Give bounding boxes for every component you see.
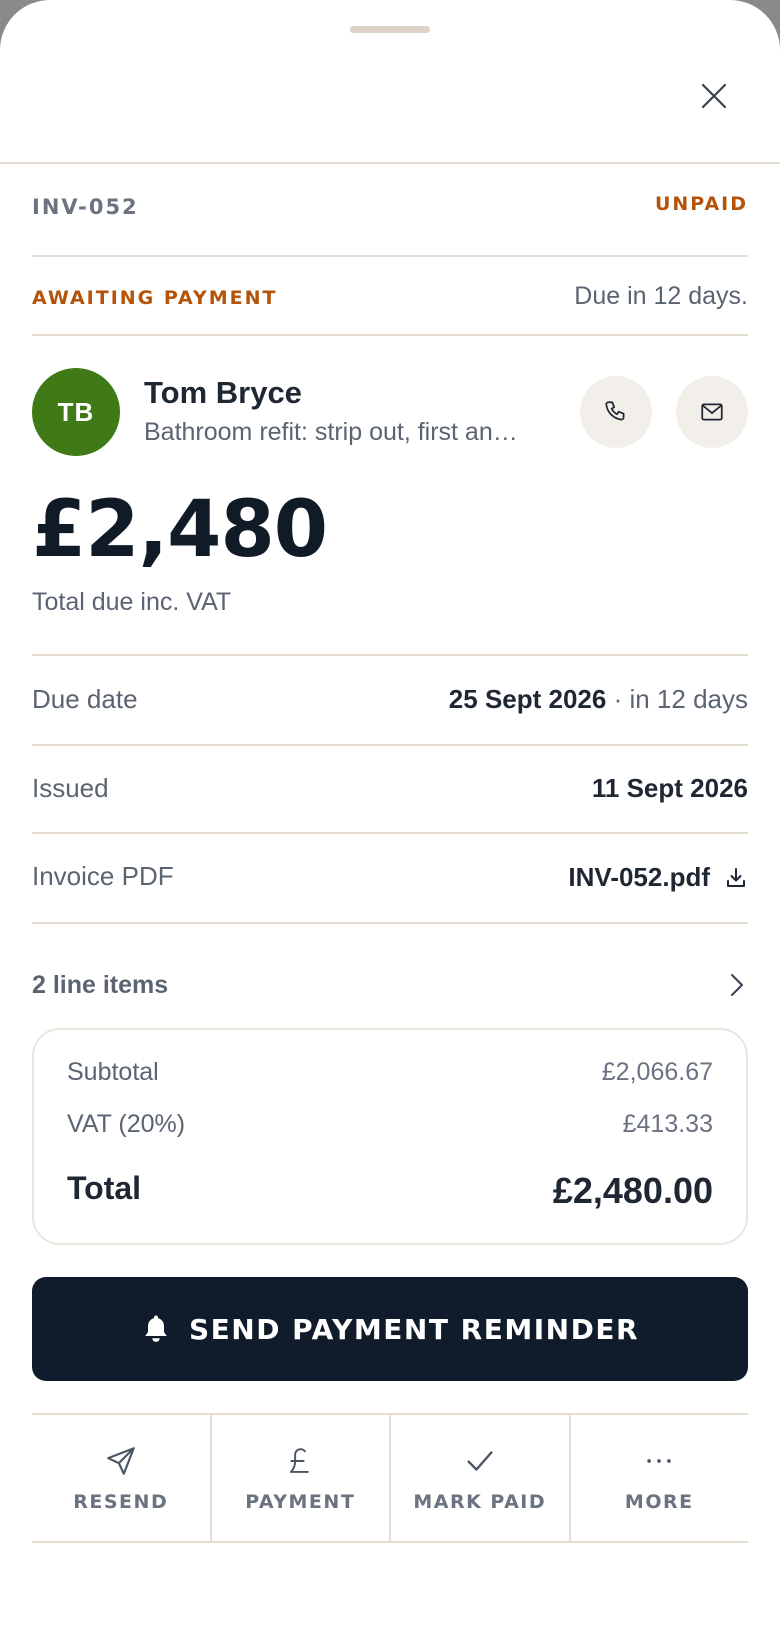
subtotal-value: £2,066.67 — [601, 1058, 713, 1086]
phone-icon — [605, 401, 625, 421]
download-icon — [727, 867, 745, 887]
action-bar: RESEND PAYMENT MARK PAID MORE — [32, 1413, 748, 1543]
mail-icon — [701, 403, 723, 421]
more-label: MORE — [624, 1491, 694, 1513]
invoice-number: INV-052 — [32, 195, 139, 219]
cta-label: SEND PAYMENT REMINDER — [188, 1312, 640, 1346]
payment-state: AWAITING PAYMENT — [32, 287, 278, 309]
bell-icon — [145, 1315, 167, 1342]
pdf-download-link[interactable]: INV-052.pdf — [568, 862, 748, 893]
line-items-label: 2 line items — [32, 970, 169, 999]
resend-label: RESEND — [73, 1491, 169, 1513]
divider — [32, 832, 748, 834]
call-button[interactable] — [580, 376, 652, 448]
divider — [32, 255, 748, 257]
customer-name: Tom Bryce — [144, 375, 302, 410]
due-date-label: Due date — [32, 684, 138, 714]
vat-label: VAT (20%) — [67, 1110, 186, 1138]
status-badge: UNPAID — [654, 193, 748, 215]
close-button[interactable] — [690, 72, 738, 120]
email-button[interactable] — [676, 376, 748, 448]
send-icon — [106, 1447, 135, 1475]
pound-icon — [290, 1448, 310, 1473]
job-description: Bathroom refit: strip out, first an… — [144, 418, 518, 446]
total-label: Total — [67, 1170, 142, 1206]
chevron-right-icon — [731, 974, 743, 996]
divider — [32, 654, 748, 656]
divider — [32, 744, 748, 746]
line-items-row[interactable]: 2 line items — [32, 960, 748, 1010]
issued-value: 11 Sept 2026 — [591, 773, 748, 803]
check-icon — [467, 1451, 493, 1471]
divider — [32, 922, 748, 924]
invoice-sheet: INV-052 UNPAID AWAITING PAYMENT Due in 1… — [0, 0, 780, 1632]
mark-paid-button[interactable]: MARK PAID — [391, 1415, 571, 1541]
subtotal-label: Subtotal — [67, 1058, 159, 1086]
payment-label: PAYMENT — [245, 1491, 356, 1513]
send-payment-reminder-button[interactable]: SEND PAYMENT REMINDER — [32, 1277, 748, 1381]
due-date-value: 25 Sept 2026 · in 12 days — [448, 684, 748, 714]
due-in-text: Due in 12 days. — [574, 282, 748, 310]
more-icon — [647, 1459, 672, 1463]
totals-card: Subtotal £2,066.67 VAT (20%) £413.33 Tot… — [32, 1028, 748, 1245]
mark-paid-label: MARK PAID — [413, 1491, 547, 1513]
divider — [32, 334, 748, 336]
header-divider — [0, 162, 780, 164]
issued-label: Issued — [32, 773, 109, 803]
amount-due: £2,480 — [32, 485, 328, 575]
close-icon — [701, 83, 727, 109]
resend-button[interactable]: RESEND — [32, 1415, 212, 1541]
drag-handle[interactable] — [350, 26, 430, 33]
payment-button[interactable]: PAYMENT — [212, 1415, 391, 1541]
avatar: TB — [32, 368, 120, 456]
amount-label: Total due inc. VAT — [32, 588, 232, 616]
due-date-relative: · in 12 days — [613, 684, 748, 714]
total-value: £2,480.00 — [552, 1170, 713, 1211]
pdf-label: Invoice PDF — [32, 861, 174, 891]
pdf-filename: INV-052.pdf — [568, 862, 710, 892]
vat-value: £413.33 — [622, 1110, 713, 1138]
more-button[interactable]: MORE — [571, 1415, 749, 1541]
